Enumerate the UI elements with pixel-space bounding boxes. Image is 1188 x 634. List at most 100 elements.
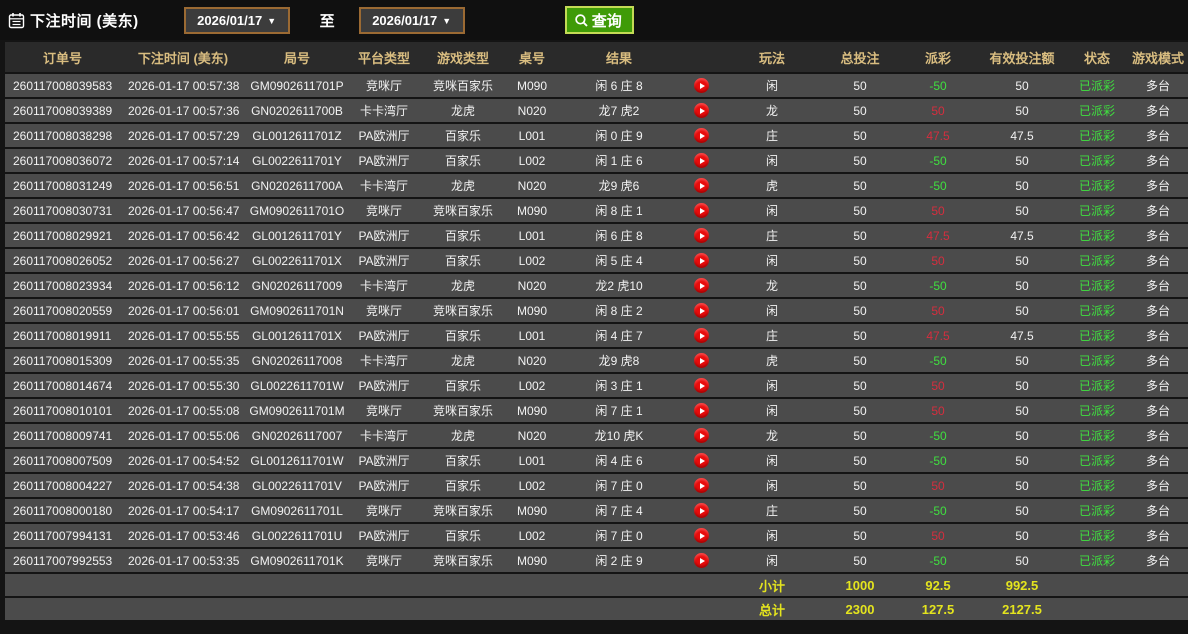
cell-order-no: 260117008038298 [5, 124, 120, 147]
cell-valid-bet: 50 [978, 524, 1066, 547]
table-row: 2601170079941312026-01-17 00:53:46GL0022… [5, 524, 1188, 547]
query-button-label: 查询 [592, 10, 622, 31]
cell-valid-bet: 47.5 [978, 224, 1066, 247]
cell-replay [680, 299, 722, 322]
calendar-icon [8, 12, 25, 29]
replay-icon[interactable] [694, 178, 709, 193]
cell-valid-bet: 50 [978, 174, 1066, 197]
table-body: 2601170080395832026-01-17 00:57:38GM0902… [5, 74, 1188, 572]
cell-table-no: L001 [506, 324, 558, 347]
cell-order-no: 260117007992553 [5, 549, 120, 572]
cell-platform: 竞咪厅 [348, 499, 420, 522]
cell-status: 已派彩 [1066, 249, 1128, 272]
cell-total-bet: 50 [822, 224, 898, 247]
cell-platform: 卡卡湾厅 [348, 424, 420, 447]
cell-game-type: 竞咪百家乐 [420, 399, 506, 422]
cell-round-no: GL0012611701X [246, 324, 348, 347]
replay-icon[interactable] [694, 203, 709, 218]
cell-payout: -50 [898, 499, 978, 522]
replay-icon[interactable] [694, 78, 709, 93]
replay-icon[interactable] [694, 103, 709, 118]
replay-icon[interactable] [694, 128, 709, 143]
date-from-select[interactable]: 2026/01/17 ▼ [184, 7, 290, 34]
cell-platform: 竞咪厅 [348, 199, 420, 222]
col-header-play-type: 玩法 [722, 42, 822, 72]
cell-play-type: 虎 [722, 174, 822, 197]
cell-result: 闲 7 庄 0 [558, 524, 680, 547]
cell-round-no: GL0012611701Z [246, 124, 348, 147]
cell-total-bet: 50 [822, 99, 898, 122]
date-to-select[interactable]: 2026/01/17 ▼ [359, 7, 465, 34]
cell-order-no: 260117008000180 [5, 499, 120, 522]
table-row: 2601170080097412026-01-17 00:55:06GN0202… [5, 424, 1188, 447]
cell-total-bet: 50 [822, 149, 898, 172]
cell-platform: PA欧洲厅 [348, 249, 420, 272]
cell-valid-bet: 50 [978, 299, 1066, 322]
cell-bet-time: 2026-01-17 00:55:08 [120, 399, 246, 422]
chevron-down-icon: ▼ [442, 16, 451, 26]
cell-order-no: 260117008039389 [5, 99, 120, 122]
replay-icon[interactable] [694, 378, 709, 393]
replay-icon[interactable] [694, 303, 709, 318]
cell-table-no: M090 [506, 199, 558, 222]
cell-payout: 47.5 [898, 324, 978, 347]
total-payout: 127.5 [898, 598, 978, 620]
col-header-game-type: 游戏类型 [420, 42, 506, 72]
table-row: 2601170079925532026-01-17 00:53:35GM0902… [5, 549, 1188, 572]
total-spacer [5, 598, 722, 620]
replay-icon[interactable] [694, 553, 709, 568]
cell-replay [680, 224, 722, 247]
bet-history-table: 订单号 下注时间 (美东) 局号 平台类型 游戏类型 桌号 结果 玩法 总投注 … [5, 40, 1188, 622]
cell-bet-time: 2026-01-17 00:56:27 [120, 249, 246, 272]
cell-platform: 卡卡湾厅 [348, 349, 420, 372]
cell-platform: 竞咪厅 [348, 399, 420, 422]
cell-total-bet: 50 [822, 374, 898, 397]
replay-icon[interactable] [694, 503, 709, 518]
replay-icon[interactable] [694, 428, 709, 443]
cell-total-bet: 50 [822, 324, 898, 347]
cell-payout: 47.5 [898, 124, 978, 147]
cell-payout: 50 [898, 299, 978, 322]
cell-order-no: 260117008007509 [5, 449, 120, 472]
cell-result: 闲 4 庄 6 [558, 449, 680, 472]
cell-play-type: 庄 [722, 324, 822, 347]
replay-icon[interactable] [694, 153, 709, 168]
cell-platform: PA欧洲厅 [348, 474, 420, 497]
cell-result: 闲 3 庄 1 [558, 374, 680, 397]
to-label: 至 [320, 10, 335, 31]
cell-platform: PA欧洲厅 [348, 224, 420, 247]
col-header-replay [680, 42, 722, 72]
replay-icon[interactable] [694, 478, 709, 493]
cell-payout: 50 [898, 524, 978, 547]
cell-round-no: GM0902611701M [246, 399, 348, 422]
cell-game-type: 龙虎 [420, 274, 506, 297]
cell-payout: 50 [898, 474, 978, 497]
replay-icon[interactable] [694, 353, 709, 368]
cell-payout: -50 [898, 74, 978, 97]
table-row: 2601170080360722026-01-17 00:57:14GL0022… [5, 149, 1188, 172]
query-button[interactable]: 查询 [565, 6, 634, 34]
col-header-status: 状态 [1066, 42, 1128, 72]
col-header-order-no: 订单号 [5, 42, 120, 72]
replay-icon[interactable] [694, 278, 709, 293]
cell-replay [680, 124, 722, 147]
replay-icon[interactable] [694, 328, 709, 343]
table-row: 2601170080199112026-01-17 00:55:55GL0012… [5, 324, 1188, 347]
subtotal-spacer [1066, 574, 1188, 596]
cell-status: 已派彩 [1066, 499, 1128, 522]
cell-total-bet: 50 [822, 524, 898, 547]
cell-round-no: GL0012611701Y [246, 224, 348, 247]
replay-icon[interactable] [694, 253, 709, 268]
cell-status: 已派彩 [1066, 549, 1128, 572]
cell-game-type: 龙虎 [420, 349, 506, 372]
subtotal-total-bet: 1000 [822, 574, 898, 596]
table-row: 2601170080042272026-01-17 00:54:38GL0022… [5, 474, 1188, 497]
replay-icon[interactable] [694, 528, 709, 543]
cell-status: 已派彩 [1066, 349, 1128, 372]
col-header-round-no: 局号 [246, 42, 348, 72]
cell-valid-bet: 47.5 [978, 324, 1066, 347]
replay-icon[interactable] [694, 453, 709, 468]
replay-icon[interactable] [694, 228, 709, 243]
cell-total-bet: 50 [822, 499, 898, 522]
replay-icon[interactable] [694, 403, 709, 418]
